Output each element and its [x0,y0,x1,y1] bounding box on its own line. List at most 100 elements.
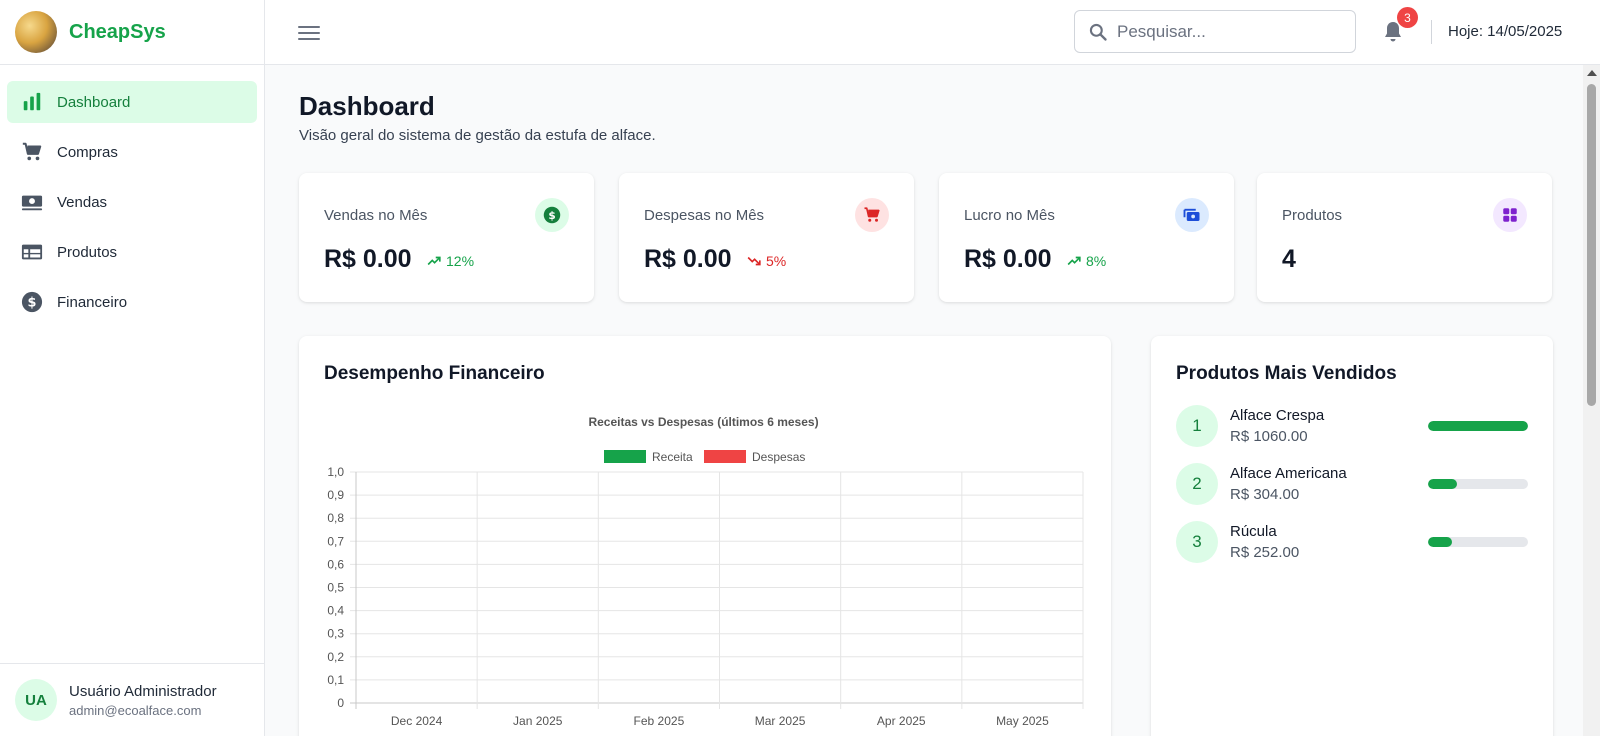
list-item: 2 Alface Americana R$ 304.00 [1176,463,1528,507]
page-scrollbar[interactable] [1583,65,1600,736]
product-share-fill [1428,537,1452,547]
y-tick-label: 0,2 [327,650,344,664]
sidebar-item-label: Vendas [57,193,108,211]
product-share-bar [1428,421,1528,431]
y-tick-label: 0,8 [327,511,344,525]
user-profile[interactable]: UA Usuário Administrador admin@ecoalface… [0,663,265,736]
stat-value: 4 [1282,245,1296,273]
sidebar-nav: Dashboard Compras Vendas Produtos $ Fina… [0,65,264,347]
legend-label: Despesas [752,450,805,464]
grid-icon [1493,198,1527,232]
sidebar-item-vendas[interactable]: Vendas [7,181,257,223]
brand: CheapSys [0,0,264,65]
table-icon [21,241,43,263]
user-name: Usuário Administrador [69,682,217,700]
product-share-fill [1428,421,1528,431]
y-tick-label: 0,7 [327,534,344,548]
legend-label: Receita [652,450,693,464]
brand-name: CheapSys [69,20,166,43]
dollar-circle-icon: $ [21,291,43,313]
wallet-icon [1175,198,1209,232]
scroll-up-arrow-icon[interactable] [1587,70,1597,76]
product-name: Alface Crespa [1230,407,1325,424]
x-tick-label: Feb 2025 [634,714,685,728]
today-date: Hoje: 14/05/2025 [1448,23,1563,40]
sidebar-item-financeiro[interactable]: $ Financeiro [7,281,257,323]
trend-up-icon [1067,256,1081,266]
stat-card-vendas: Vendas no Mês $ R$ 0.00 12% [299,173,594,302]
dollar-icon: $ [535,198,569,232]
list-item: 1 Alface Crespa R$ 1060.00 [1176,405,1528,449]
y-tick-label: 0,3 [327,627,344,641]
header-divider [1431,20,1432,44]
user-info: Usuário Administrador admin@ecoalface.co… [69,683,217,718]
y-tick-label: 0,5 [327,581,344,595]
stat-label: Despesas no Mês [644,207,765,224]
top-header: 3 Hoje: 14/05/2025 [265,0,1600,65]
chart-title: Receitas vs Despesas (últimos 6 meses) [588,415,818,429]
y-tick-label: 0,4 [327,604,344,618]
y-tick-label: 0 [337,696,344,710]
product-share-fill [1428,479,1457,489]
top-products-panel: Produtos Mais Vendidos 1 Alface Crespa R… [1151,336,1553,736]
stat-trend: 5% [747,253,786,269]
search-icon [1089,23,1107,41]
legend-swatch [704,450,746,463]
scroll-thumb[interactable] [1587,84,1596,406]
stat-label: Produtos [1282,207,1343,224]
sidebar-item-label: Produtos [57,243,118,261]
stat-value: R$ 0.00 [964,245,1052,273]
sidebar-item-label: Financeiro [57,293,128,311]
y-tick-label: 0,1 [327,673,344,687]
sidebar-item-compras[interactable]: Compras [7,131,257,173]
bar-chart-icon [21,91,43,113]
y-tick-label: 1,0 [327,465,344,479]
trend-down-icon [747,256,761,266]
x-tick-label: Dec 2024 [391,714,443,728]
legend-swatch [604,450,646,463]
sidebar-item-produtos[interactable]: Produtos [7,231,257,273]
x-tick-label: May 2025 [996,714,1049,728]
y-tick-label: 0,9 [327,488,344,502]
product-name: Alface Americana [1230,465,1347,482]
list-item: 3 Rúcula R$ 252.00 [1176,521,1528,565]
sidebar-item-label: Compras [57,143,118,161]
stat-card-produtos: Produtos 4 [1257,173,1552,302]
product-name: Rúcula [1230,523,1277,540]
main-content: Dashboard Visão geral do sistema de gest… [265,65,1583,736]
cart-icon [21,141,43,163]
search-box[interactable] [1074,10,1356,53]
cash-icon [21,191,43,213]
x-tick-label: Apr 2025 [877,714,926,728]
x-tick-label: Mar 2025 [755,714,806,728]
stat-trend-value: 5% [766,253,787,269]
financial-panel: Desempenho Financeiro Receitas vs Despes… [299,336,1111,736]
product-rank: 1 [1176,405,1218,447]
search-input[interactable] [1117,21,1337,42]
stat-value: R$ 0.00 [324,245,412,273]
sidebar: CheapSys Dashboard Compras Vendas Produt… [0,0,265,736]
trend-up-icon [427,256,441,266]
panel-title: Produtos Mais Vendidos [1176,363,1397,384]
stat-trend: 8% [1067,253,1106,269]
page-title: Dashboard [299,91,435,121]
stat-label: Vendas no Mês [324,207,428,224]
product-share-bar [1428,479,1528,489]
sidebar-item-dashboard[interactable]: Dashboard [7,81,257,123]
product-value: R$ 1060.00 [1230,428,1308,445]
product-rank: 2 [1176,463,1218,505]
stat-label: Lucro no Mês [964,207,1055,224]
menu-toggle-icon[interactable] [298,22,320,42]
stat-card-despesas: Despesas no Mês R$ 0.00 5% [619,173,914,302]
svg-text:$: $ [28,296,37,311]
notification-badge: 3 [1397,7,1418,28]
financial-chart: Receitas vs Despesas (últimos 6 meses) Re… [327,415,1084,728]
y-tick-label: 0,6 [327,557,344,571]
brand-logo [15,11,57,53]
avatar: UA [15,679,57,721]
stat-value: R$ 0.00 [644,245,732,273]
stat-trend: 12% [427,253,474,269]
x-tick-label: Jan 2025 [513,714,563,728]
page-subtitle: Visão geral do sistema de gestão da estu… [299,127,656,144]
product-value: R$ 252.00 [1230,544,1300,561]
